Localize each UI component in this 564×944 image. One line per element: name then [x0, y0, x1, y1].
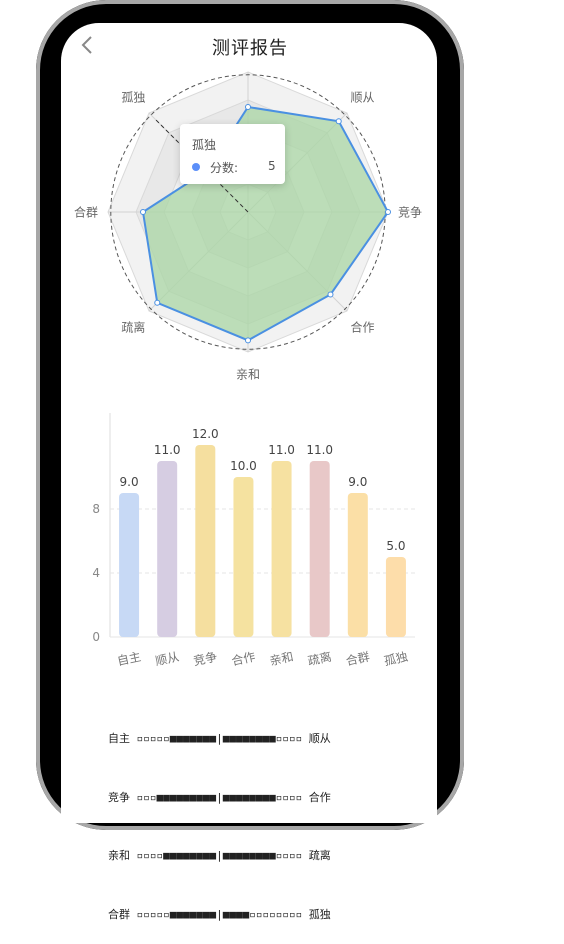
x-tick-label: 自主 [116, 650, 142, 669]
y-tick-label: 0 [92, 630, 100, 644]
y-tick-label: 8 [92, 502, 100, 516]
bar-value-label: 11.0 [154, 443, 181, 457]
legend-line: 合群 ▫▫▫▫▫■■■■■■■|■■■■▫▫▫▫▫▫▫▫ 孤独 [108, 907, 331, 921]
x-tick-label: 疏离 [306, 649, 333, 669]
x-tick-label: 孤独 [383, 650, 409, 669]
bar-value-label: 12.0 [192, 427, 219, 441]
bar-value-label: 10.0 [230, 459, 257, 473]
x-tick-label: 顺从 [154, 650, 180, 669]
bar-value-label: 9.0 [120, 475, 139, 489]
bar [119, 493, 140, 637]
bar [385, 557, 406, 637]
score-legend: 自主 ▫▫▫▫▫■■■■■■■|■■■■■■■■▫▫▫▫ 顺从 竞争 ▫▫▫■■… [108, 690, 331, 944]
bar-chart: 0 4 8 9.0 自主 11.0 顺从 12.0 竞争 10.0 合作 11.0 亲和 11.0 疏离 9.… [92, 413, 415, 669]
legend-line: 亲和 ▫▫▫▫■■■■■■■■|■■■■■■■■▫▫▫▫ 疏离 [108, 849, 331, 862]
bar [271, 461, 292, 637]
bar [157, 461, 178, 637]
bar [233, 477, 254, 637]
legend-line: 自主 ▫▫▫▫▫■■■■■■■|■■■■■■■■▫▫▫▫ 顺从 [108, 732, 331, 745]
y-tick-label: 4 [92, 566, 100, 580]
x-tick-label: 竞争 [192, 650, 218, 669]
bar [195, 445, 216, 637]
bar-value-label: 9.0 [348, 475, 367, 489]
bar [309, 461, 330, 637]
x-tick-label: 亲和 [268, 650, 294, 669]
legend-line: 竞争 ▫▫▫■■■■■■■■■|■■■■■■■■▫▫▫▫ 合作 [108, 790, 331, 804]
x-tick-label: 合群 [344, 649, 371, 669]
bar-value-label: 5.0 [386, 539, 405, 553]
x-tick-label: 合作 [230, 649, 257, 669]
bar [347, 493, 368, 637]
bar-value-label: 11.0 [306, 443, 333, 457]
bar-value-label: 11.0 [268, 443, 295, 457]
